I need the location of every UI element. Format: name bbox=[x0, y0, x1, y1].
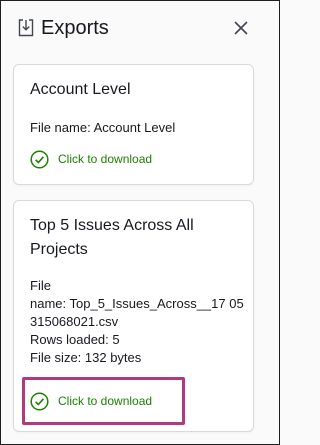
download-link[interactable]: Click to download bbox=[30, 149, 152, 169]
check-circle-icon bbox=[30, 391, 49, 411]
download-link[interactable]: Click to download bbox=[30, 391, 152, 411]
download-icon bbox=[18, 19, 34, 37]
check-circle-icon bbox=[30, 149, 49, 169]
export-title: Account Level bbox=[30, 81, 131, 98]
close-icon[interactable] bbox=[232, 19, 250, 37]
download-label: Click to download bbox=[58, 152, 153, 166]
export-file-name: File name: Account Level bbox=[30, 120, 176, 135]
export-file-size: File size: 132 bytes bbox=[30, 350, 142, 365]
export-details: File name: Top_5_Issues_Across__17 05315… bbox=[30, 277, 245, 367]
export-file-label: File bbox=[30, 278, 51, 293]
panel-header: Exports bbox=[1, 1, 279, 53]
export-title: Top 5 Issues Across All Projects bbox=[30, 217, 194, 258]
exports-panel: Exports Account Level File name: Account… bbox=[0, 0, 280, 445]
export-card-account-level: Account Level File name: Account Level C… bbox=[13, 64, 254, 185]
export-card-top-5-issues: Top 5 Issues Across All Projects File na… bbox=[13, 200, 254, 432]
export-file-name: name: Top_5_Issues_Across__17 0531506802… bbox=[30, 296, 244, 329]
export-rows-loaded: Rows loaded: 5 bbox=[30, 332, 120, 347]
panel-title: Exports bbox=[41, 17, 109, 39]
download-label: Click to download bbox=[58, 394, 153, 408]
